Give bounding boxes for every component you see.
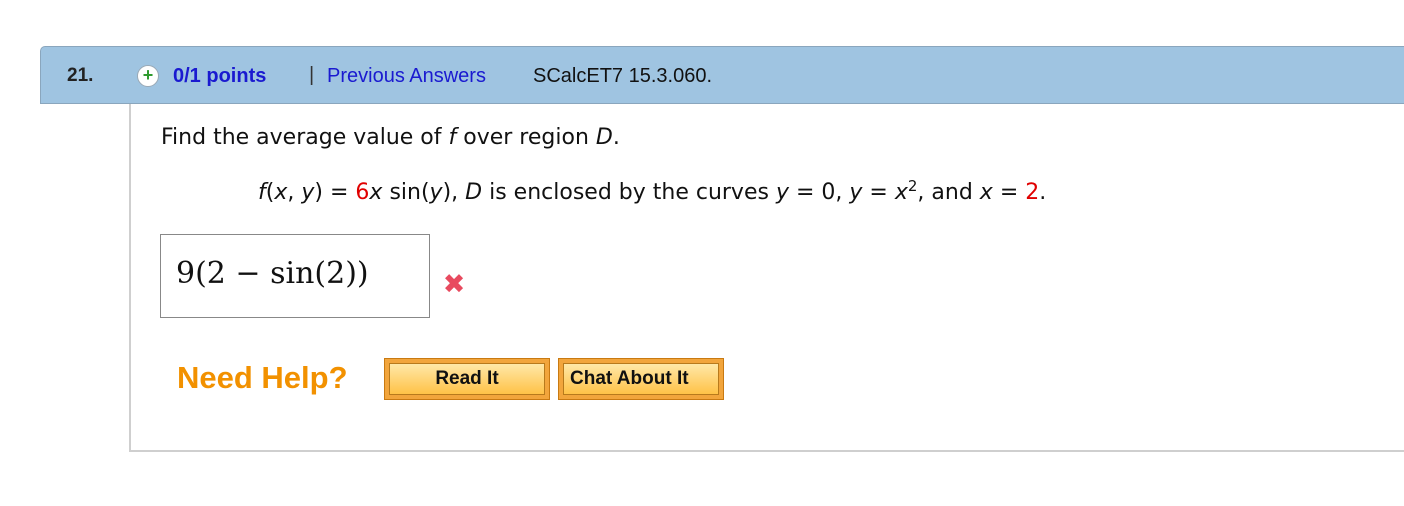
eq-close-equals: ) = xyxy=(314,180,356,205)
eq-coefficient: 6 xyxy=(355,180,370,205)
prompt-suffix: . xyxy=(612,125,620,150)
eq-x2: x xyxy=(369,180,383,205)
read-it-label: Read It xyxy=(389,363,545,395)
chat-about-it-button[interactable]: Chat About It xyxy=(558,358,724,400)
eq-f: f xyxy=(258,180,266,205)
eq-and: , and xyxy=(917,180,980,205)
question-prompt: Find the average value of f over region … xyxy=(161,125,620,150)
eq-sin-close: ), xyxy=(442,180,466,205)
answer-value: 9(2 − sin(2)) xyxy=(176,256,369,291)
eq-x: x xyxy=(274,180,288,205)
eq-x3: x xyxy=(894,180,908,205)
eq-exponent: 2 xyxy=(907,177,918,195)
incorrect-x-icon: ✖ xyxy=(442,269,466,300)
eq-limit: 2 xyxy=(1025,180,1040,205)
header-separator: | xyxy=(309,64,315,86)
plus-icon[interactable]: + xyxy=(137,65,159,87)
chat-about-it-label: Chat About It xyxy=(563,363,719,395)
eq-sin: sin( xyxy=(382,180,430,205)
question-header: 21. + 0/1 points | Previous Answers SCal… xyxy=(40,46,1404,104)
eq-y3: y xyxy=(775,180,789,205)
eq-y2: y xyxy=(429,180,443,205)
prompt-d-var: D xyxy=(595,125,613,150)
eq-x4: x xyxy=(979,180,993,205)
eq-equals: = xyxy=(862,180,895,205)
question-number: 21. xyxy=(67,65,94,86)
eq-enclosed-text: is enclosed by the curves xyxy=(482,180,776,205)
eq-comma: , xyxy=(287,180,302,205)
question-source: SCalcET7 15.3.060. xyxy=(533,65,712,87)
prompt-prefix: Find the average value of xyxy=(161,125,449,150)
function-equation: f(x, y) = 6x sin(y), D is enclosed by th… xyxy=(258,177,1047,206)
eq-equals-zero: = 0, xyxy=(788,180,850,205)
eq-y4: y xyxy=(849,180,863,205)
answer-input[interactable]: 9(2 − sin(2)) xyxy=(160,234,430,318)
previous-answers-link[interactable]: Previous Answers xyxy=(327,65,486,88)
points-link[interactable]: 0/1 points xyxy=(173,65,266,88)
prompt-middle: over region xyxy=(456,125,596,150)
eq-y: y xyxy=(301,180,315,205)
eq-equals2: = xyxy=(992,180,1026,205)
eq-period: . xyxy=(1039,180,1047,205)
need-help-label: Need Help? xyxy=(177,360,348,395)
eq-d: D xyxy=(465,180,483,205)
read-it-button[interactable]: Read It xyxy=(384,358,550,400)
